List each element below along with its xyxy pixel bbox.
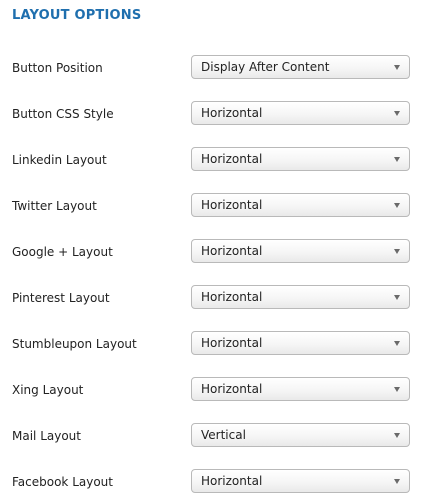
field-row-button-position: Button Position Display After Content xyxy=(0,55,431,81)
button-position-select[interactable]: Display After Content xyxy=(191,55,410,79)
field-row-xing-layout: Xing Layout Horizontal xyxy=(0,377,431,403)
field-row-button-css-style: Button CSS Style Horizontal xyxy=(0,101,431,127)
field-label: Facebook Layout xyxy=(12,475,113,489)
twitter-layout-select[interactable]: Horizontal xyxy=(191,193,410,217)
field-row-linkedin-layout: Linkedin Layout Horizontal xyxy=(0,147,431,173)
select-value: Horizontal xyxy=(201,290,263,304)
field-label: Button CSS Style xyxy=(12,107,114,121)
field-label: Linkedin Layout xyxy=(12,153,107,167)
select-value: Horizontal xyxy=(201,474,263,488)
google-plus-layout-select[interactable]: Horizontal xyxy=(191,239,410,263)
field-row-mail-layout: Mail Layout Vertical xyxy=(0,423,431,449)
select-value: Horizontal xyxy=(201,382,263,396)
field-label: Stumbleupon Layout xyxy=(12,337,137,351)
select-value: Horizontal xyxy=(201,244,263,258)
select-value: Horizontal xyxy=(201,336,263,350)
select-value: Horizontal xyxy=(201,152,263,166)
section-title: LAYOUT OPTIONS xyxy=(12,8,142,23)
field-label: Pinterest Layout xyxy=(12,291,110,305)
field-label: Mail Layout xyxy=(12,429,81,443)
field-row-twitter-layout: Twitter Layout Horizontal xyxy=(0,193,431,219)
stumbleupon-layout-select[interactable]: Horizontal xyxy=(191,331,410,355)
field-label: Google + Layout xyxy=(12,245,113,259)
chevron-down-icon xyxy=(394,157,400,162)
field-row-google-plus-layout: Google + Layout Horizontal xyxy=(0,239,431,265)
chevron-down-icon xyxy=(394,249,400,254)
field-label: Twitter Layout xyxy=(12,199,97,213)
select-value: Horizontal xyxy=(201,106,263,120)
field-row-facebook-layout: Facebook Layout Horizontal xyxy=(0,469,431,495)
xing-layout-select[interactable]: Horizontal xyxy=(191,377,410,401)
chevron-down-icon xyxy=(394,295,400,300)
select-value: Horizontal xyxy=(201,198,263,212)
chevron-down-icon xyxy=(394,433,400,438)
field-label: Xing Layout xyxy=(12,383,84,397)
select-value: Vertical xyxy=(201,428,246,442)
button-css-style-select[interactable]: Horizontal xyxy=(191,101,410,125)
chevron-down-icon xyxy=(394,479,400,484)
linkedin-layout-select[interactable]: Horizontal xyxy=(191,147,410,171)
chevron-down-icon xyxy=(394,341,400,346)
field-label: Button Position xyxy=(12,61,103,75)
chevron-down-icon xyxy=(394,111,400,116)
select-value: Display After Content xyxy=(201,60,330,74)
chevron-down-icon xyxy=(394,387,400,392)
facebook-layout-select[interactable]: Horizontal xyxy=(191,469,410,493)
mail-layout-select[interactable]: Vertical xyxy=(191,423,410,447)
pinterest-layout-select[interactable]: Horizontal xyxy=(191,285,410,309)
field-row-pinterest-layout: Pinterest Layout Horizontal xyxy=(0,285,431,311)
chevron-down-icon xyxy=(394,65,400,70)
field-row-stumbleupon-layout: Stumbleupon Layout Horizontal xyxy=(0,331,431,357)
chevron-down-icon xyxy=(394,203,400,208)
